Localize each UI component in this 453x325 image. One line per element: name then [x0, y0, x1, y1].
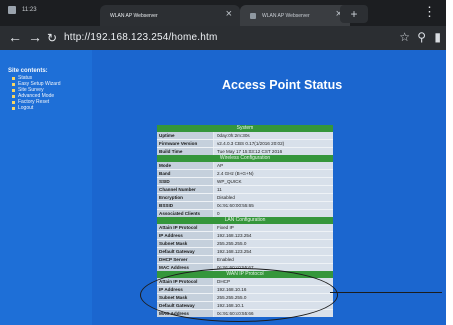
table-row: Attain IP Protocol Fixed IP	[157, 224, 333, 231]
table-row: Channel Number 11	[157, 185, 333, 193]
section-header: LAN Configuration	[157, 217, 333, 224]
sidebar-title: Site contents:	[8, 68, 48, 74]
section-header: Wireless Configuration	[157, 155, 333, 162]
new-tab-button[interactable]: +	[340, 5, 368, 23]
row-key: Firmware Version	[157, 140, 214, 147]
search-icon[interactable]: ⚲	[417, 30, 426, 44]
annotation-ellipse	[140, 268, 338, 322]
row-key: BSSID	[157, 202, 214, 209]
row-value: Disabled	[214, 194, 333, 201]
page-title: Access Point Status	[222, 78, 343, 92]
table-row: Build Time Tue May 17 15:03:12 CST 2016	[157, 147, 333, 155]
row-value: 0day:0h:2m:30s	[214, 132, 333, 139]
table-row: IP Address 192.168.123.254	[157, 231, 333, 239]
status-bar: 11:23	[8, 6, 37, 14]
table-row: Subnet Mask 255.255.255.0	[157, 239, 333, 247]
table-row: SSID WP_QUICK	[157, 177, 333, 185]
page-icon	[12, 76, 15, 80]
sidebar: Site contents: Status Easy Setup Wizard …	[0, 50, 92, 325]
url-field[interactable]: http://192.168.123.254/home.htm	[64, 32, 218, 43]
row-key: Channel Number	[157, 186, 214, 193]
section-header: System	[157, 125, 333, 132]
row-key: Encryption	[157, 194, 214, 201]
tab-label: WLAN AP Webserver	[110, 12, 158, 19]
table-row: Firmware Version v2.4.0.3 CBS 0.17(1/2016…	[157, 139, 333, 147]
row-value: AP	[214, 162, 333, 169]
row-key: Uptime	[157, 132, 214, 139]
row-value: 192.168.123.254	[214, 248, 333, 255]
screen: 11:23 WLAN AP Webserver × WLAN AP Webser…	[0, 0, 446, 325]
tab-inactive[interactable]: WLAN AP Webserver ×	[240, 5, 350, 26]
row-value: 2.4 GHz (B+G+N)	[214, 170, 333, 177]
page-icon	[12, 82, 15, 86]
page-icon	[12, 100, 15, 104]
forward-icon[interactable]: →	[28, 29, 42, 45]
table-row: DHCP Server Enabled	[157, 255, 333, 263]
bookmark-star-icon[interactable]: ☆	[399, 30, 410, 44]
row-value: 255.255.255.0	[214, 240, 333, 247]
annotation-pointer-line	[330, 292, 442, 294]
status-text: 11:23	[22, 7, 37, 13]
page-icon	[12, 106, 15, 110]
page-icon	[12, 88, 15, 92]
table-row: Default Gateway 192.168.123.254	[157, 247, 333, 255]
tab-label: WLAN AP Webserver	[262, 12, 310, 19]
table-row: Uptime 0day:0h:2m:30s	[157, 132, 333, 139]
sidebar-list: Status Easy Setup Wizard Site Survey Adv…	[12, 75, 61, 111]
row-key: IP Address	[157, 232, 214, 239]
row-key: Band	[157, 170, 214, 177]
row-value: Enabled	[214, 256, 333, 263]
row-value: 192.168.123.254	[214, 232, 333, 239]
tab-strip: 11:23 WLAN AP Webserver × WLAN AP Webser…	[0, 0, 446, 26]
reload-icon[interactable]: ↻	[47, 31, 57, 45]
row-key: Attain IP Protocol	[157, 224, 214, 231]
row-key: Subnet Mask	[157, 240, 214, 247]
tab-active[interactable]: WLAN AP Webserver ×	[100, 5, 240, 26]
page-icon	[12, 94, 15, 98]
row-key: Associated Clients	[157, 210, 214, 217]
row-key: Mode	[157, 162, 214, 169]
table-row: Mode AP	[157, 162, 333, 169]
table-row: Associated Clients 0	[157, 209, 333, 217]
row-value: 11	[214, 186, 333, 193]
row-value: 0	[214, 210, 333, 217]
sidebar-item-logout[interactable]: Logout	[12, 105, 61, 111]
row-key: SSID	[157, 178, 214, 185]
address-bar: ← → ↻ http://192.168.123.254/home.htm ☆ …	[0, 26, 446, 50]
row-key: Default Gateway	[157, 248, 214, 255]
row-value: WP_QUICK	[214, 178, 333, 185]
table-row: Band 2.4 GHz (B+G+N)	[157, 169, 333, 177]
row-key: Build Time	[157, 148, 214, 155]
row-key: DHCP Server	[157, 256, 214, 263]
row-value: v2.4.0.3 CBS 0.17(1/2016 20:02)	[214, 140, 333, 147]
close-tab-icon[interactable]: ×	[226, 8, 232, 20]
bookmark-icon[interactable]: ▮	[434, 30, 441, 44]
table-row: BSSID 0c:91:60:00:55:65	[157, 201, 333, 209]
row-value: 0c:91:60:00:55:65	[214, 202, 333, 209]
row-value: Tue May 17 15:03:12 CST 2016	[214, 148, 333, 155]
app-icon	[8, 6, 16, 14]
row-value: Fixed IP	[214, 224, 333, 231]
menu-icon[interactable]: ⋮	[423, 5, 436, 18]
table-row: Encryption Disabled	[157, 193, 333, 201]
back-icon[interactable]: ←	[8, 29, 22, 45]
favicon-icon	[250, 12, 256, 19]
